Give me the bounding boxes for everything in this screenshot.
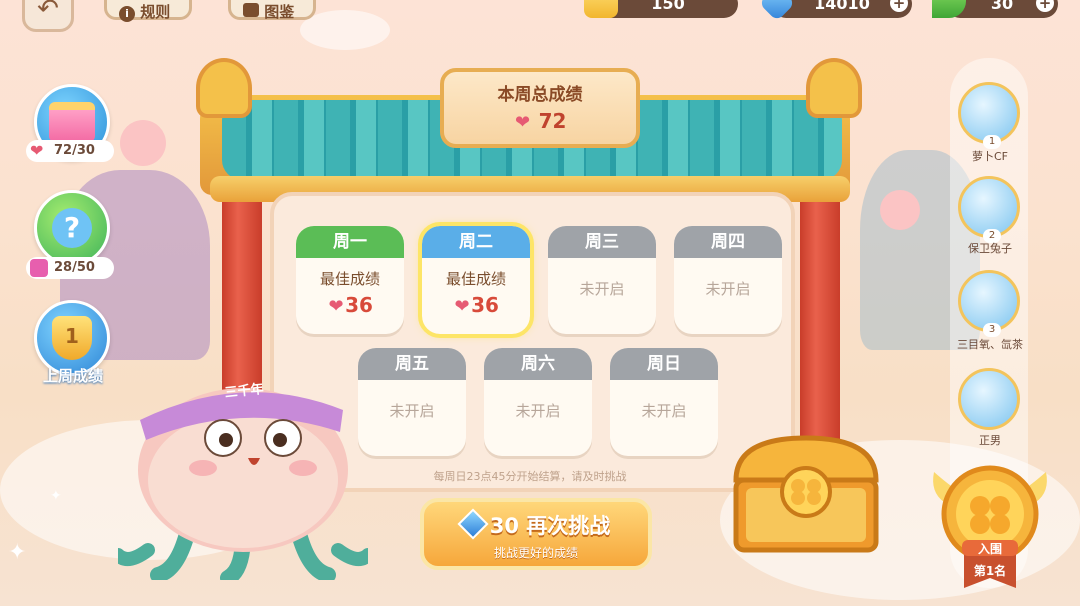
day-label: 最佳成绩	[445, 270, 506, 288]
gift-box-icon	[49, 102, 95, 142]
add-gems-button[interactable]: +	[890, 0, 908, 12]
medal-rank-label: 第1名	[973, 564, 1007, 578]
day-header: 周二	[422, 226, 530, 258]
gold-counter: 150	[584, 0, 738, 18]
day-label: 未开启	[515, 402, 561, 420]
quiz-button[interactable]: ?	[34, 190, 110, 266]
quiz-progress-value: 28/50	[54, 260, 95, 275]
right-pillar	[800, 160, 840, 460]
heart-icon: ❤	[328, 296, 344, 317]
retry-main: 30 再次挑战	[424, 508, 648, 540]
weekly-total-plaque: 本周总成绩 ❤ 72	[440, 68, 640, 148]
rank-name-4: 正男	[979, 434, 1001, 447]
day-label: 未开启	[641, 402, 687, 420]
roof-ornament-left	[196, 58, 252, 118]
rank-name-3: 三目氧、氙茶	[957, 338, 1023, 351]
back-button[interactable]: ↶	[22, 0, 74, 32]
day-card-mon[interactable]: 周一 最佳成绩 ❤36	[296, 226, 404, 334]
quiz-progress: 28/50	[26, 257, 114, 279]
retry-challenge-button[interactable]: 30 再次挑战 挑战更好的成绩	[420, 498, 652, 570]
energy-counter: 30 +	[932, 0, 1058, 18]
retry-sub: 挑战更好的成绩	[493, 546, 578, 560]
rank-name-2: 保卫兔子	[968, 242, 1012, 255]
weekly-total-score: ❤ 72	[444, 109, 636, 133]
rank-avatar-3[interactable]: 3	[958, 270, 1020, 337]
day-card-fri[interactable]: 周五 未开启	[358, 348, 466, 456]
gem-icon	[457, 508, 489, 540]
qualified-medal[interactable]: 入围 第1名	[930, 462, 1050, 590]
day-header: 周六	[484, 348, 592, 380]
peach-decoration	[880, 190, 920, 230]
peach-decoration	[120, 120, 166, 166]
day-card-wed[interactable]: 周三 未开启	[548, 226, 656, 334]
question-icon: ?	[52, 208, 92, 248]
gold-icon	[584, 0, 618, 18]
day-label: 最佳成绩	[319, 270, 380, 288]
gallery-label: 图鉴	[264, 3, 295, 21]
day-header: 周日	[610, 348, 718, 380]
rank-name-1: 萝卜CF	[971, 150, 1008, 163]
medal-top-label: 入围	[977, 542, 1002, 556]
retry-label: 再次挑战	[526, 514, 611, 538]
day-score-value: 36	[345, 293, 373, 317]
rank-avatar-1[interactable]: 1	[958, 82, 1020, 149]
day-card-tue[interactable]: 周二 最佳成绩 ❤36	[418, 222, 534, 338]
day-header: 周四	[674, 226, 782, 258]
info-icon: i	[119, 6, 135, 22]
retry-cost: 30	[489, 514, 519, 538]
trophy-number: 1	[65, 324, 79, 348]
energy-value: 30	[990, 0, 1014, 13]
rank-number: 3	[983, 323, 1001, 337]
rank-avatar-4[interactable]	[958, 368, 1020, 430]
day-score-value: 36	[471, 293, 499, 317]
day-card-sat[interactable]: 周六 未开启	[484, 348, 592, 456]
back-arrow-icon: ↶	[37, 0, 59, 24]
day-header: 周三	[548, 226, 656, 258]
day-label: 未开启	[389, 402, 435, 420]
gold-value: 150	[651, 0, 685, 13]
gift-progress: ❤ 72/30	[26, 140, 114, 162]
peach-mascot: 三千年	[111, 360, 375, 586]
sparkle-icon: ✦	[8, 540, 27, 565]
rules-button[interactable]: i 规则	[104, 0, 192, 22]
day-score: ❤36	[422, 293, 530, 317]
treasure-chest-icon[interactable]	[726, 430, 886, 556]
roof-ornament-right	[806, 58, 862, 118]
gem-counter: 14010 +	[758, 0, 912, 22]
day-score: ❤36	[296, 293, 404, 317]
last-week-label: 上周成绩	[42, 367, 103, 385]
trophy-icon: 1	[52, 316, 92, 360]
day-label: 未开启	[705, 280, 751, 298]
day-card-sun[interactable]: 周日 未开启	[610, 348, 718, 456]
add-energy-button[interactable]: +	[1036, 0, 1054, 12]
day-card-thu[interactable]: 周四 未开启	[674, 226, 782, 334]
day-label: 未开启	[579, 280, 625, 298]
sparkle-icon: ✦	[50, 488, 62, 504]
gem-value: 14010	[814, 0, 870, 13]
gift-progress-value: 72/30	[54, 143, 95, 158]
weekly-total-title: 本周总成绩	[497, 85, 583, 105]
gallery-button[interactable]: 图鉴	[228, 0, 316, 21]
day-header: 周一	[296, 226, 404, 258]
rank-number: 1	[983, 135, 1001, 149]
day-header: 周五	[358, 348, 466, 380]
heart-icon: ❤	[454, 296, 470, 317]
puzzle-icon	[30, 259, 48, 277]
rank-avatar-2[interactable]: 2	[958, 176, 1020, 243]
book-icon	[243, 3, 259, 17]
weekly-total-value: 72	[538, 109, 567, 133]
gem-icon	[758, 0, 796, 22]
heart-icon: ❤	[515, 112, 531, 133]
leaf-icon	[932, 0, 966, 18]
rules-label: 规则	[140, 3, 171, 21]
cloud-decoration	[300, 10, 390, 50]
heart-icon: ❤	[30, 141, 44, 160]
